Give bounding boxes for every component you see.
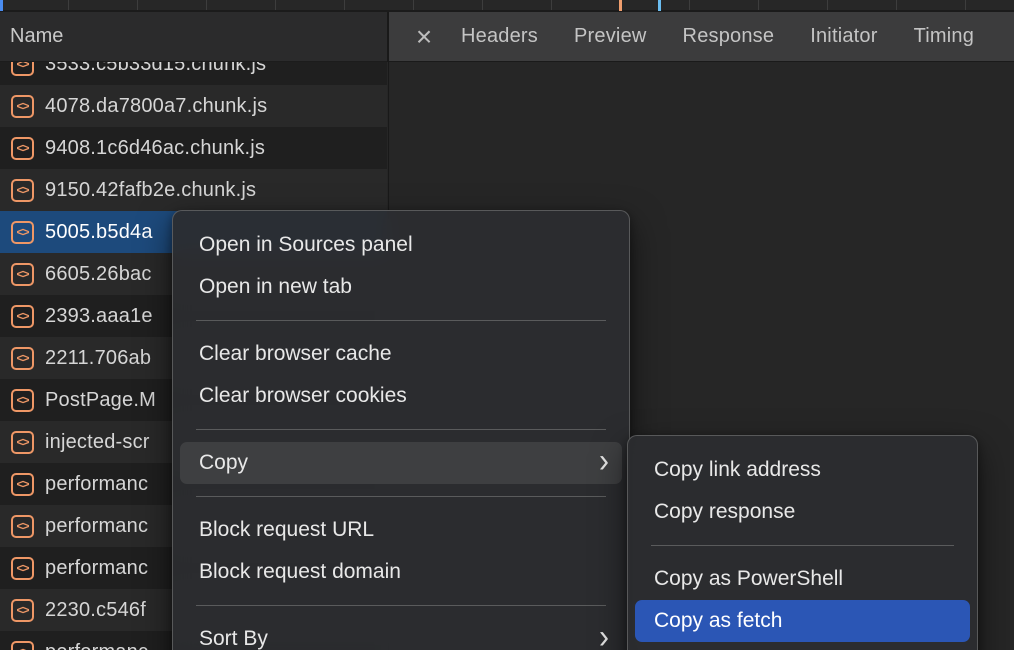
menu-item-copy-as-powershell[interactable]: Copy as PowerShell bbox=[628, 558, 977, 600]
menu-item-block-request-domain[interactable]: Block request domain bbox=[173, 551, 629, 593]
menu-item-label: Copy link address bbox=[654, 458, 821, 482]
menu-item-label: Open in Sources panel bbox=[199, 233, 413, 257]
menu-item-open-in-sources[interactable]: Open in Sources panel bbox=[173, 224, 629, 266]
script-icon: <> bbox=[11, 347, 34, 370]
script-icon: <> bbox=[11, 221, 34, 244]
script-icon: <> bbox=[11, 431, 34, 454]
script-icon: <> bbox=[11, 515, 34, 538]
request-name: injected-scr bbox=[45, 431, 150, 454]
script-icon: <> bbox=[11, 389, 34, 412]
request-name: 3533.c5b33d15.chunk.js bbox=[45, 62, 266, 76]
tab-preview[interactable]: Preview bbox=[556, 25, 665, 48]
menu-item-label: Sort By bbox=[199, 627, 268, 650]
menu-item-clear-browser-cache[interactable]: Clear browser cache bbox=[173, 333, 629, 375]
menu-item-label: Block request domain bbox=[199, 560, 401, 584]
script-icon: <> bbox=[11, 557, 34, 580]
name-column-label: Name bbox=[10, 25, 63, 48]
menu-item-label: Copy bbox=[199, 451, 248, 475]
menu-item-label: Copy as PowerShell bbox=[654, 567, 843, 591]
menu-item-copy-response[interactable]: Copy response bbox=[628, 491, 977, 533]
request-name: 6605.26bac bbox=[45, 263, 152, 286]
overview-tick-blue bbox=[658, 0, 661, 11]
script-icon: <> bbox=[11, 641, 34, 650]
menu-item-label: Clear browser cookies bbox=[199, 384, 407, 408]
overview-tick-orange bbox=[619, 0, 622, 11]
table-row[interactable]: <> 4078.da7800a7.chunk.js bbox=[0, 85, 387, 127]
request-name: 5005.b5d4a bbox=[45, 221, 153, 244]
detail-tab-bar: × Headers Preview Response Initiator Tim… bbox=[387, 12, 1014, 62]
menu-item-label: Open in new tab bbox=[199, 275, 352, 299]
request-name: performanc bbox=[45, 557, 148, 580]
menu-item-sort-by[interactable]: Sort By › bbox=[173, 618, 629, 650]
context-menu: Open in Sources panel Open in new tab Cl… bbox=[172, 210, 630, 650]
table-row[interactable]: <> 9150.42fafb2e.chunk.js bbox=[0, 169, 387, 211]
tab-response[interactable]: Response bbox=[665, 25, 793, 48]
request-name: 9150.42fafb2e.chunk.js bbox=[45, 179, 256, 202]
menu-item-copy-as-fetch[interactable]: Copy as fetch bbox=[635, 600, 970, 642]
menu-item-block-request-url[interactable]: Block request URL bbox=[173, 509, 629, 551]
menu-item-copy-link-address[interactable]: Copy link address bbox=[628, 449, 977, 491]
network-overview-strip[interactable] bbox=[0, 0, 1014, 12]
header-row: Name × Headers Preview Response Initiato… bbox=[0, 12, 1014, 62]
table-row[interactable]: <> 9408.1c6d46ac.chunk.js bbox=[0, 127, 387, 169]
tab-timing[interactable]: Timing bbox=[896, 25, 992, 48]
chevron-right-icon: › bbox=[599, 637, 609, 640]
script-icon: <> bbox=[11, 179, 34, 202]
menu-item-label: Clear browser cache bbox=[199, 342, 392, 366]
request-name: performanc bbox=[45, 473, 148, 496]
script-icon: <> bbox=[11, 473, 34, 496]
chevron-right-icon: › bbox=[599, 461, 609, 464]
menu-separator bbox=[196, 605, 606, 606]
request-name: 9408.1c6d46ac.chunk.js bbox=[45, 137, 265, 160]
request-name: 4078.da7800a7.chunk.js bbox=[45, 95, 267, 118]
menu-separator bbox=[651, 545, 954, 546]
menu-item-open-in-new-tab[interactable]: Open in new tab bbox=[173, 266, 629, 308]
request-name: performanc bbox=[45, 641, 148, 650]
menu-separator bbox=[196, 496, 606, 497]
request-name: 2393.aaa1e bbox=[45, 305, 153, 328]
menu-separator bbox=[196, 320, 606, 321]
tab-headers[interactable]: Headers bbox=[443, 25, 556, 48]
name-column-header[interactable]: Name bbox=[0, 12, 387, 62]
script-icon: <> bbox=[11, 137, 34, 160]
request-name: PostPage.M bbox=[45, 389, 156, 412]
script-icon: <> bbox=[11, 263, 34, 286]
menu-item-copy[interactable]: Copy › bbox=[180, 442, 622, 484]
script-icon: <> bbox=[11, 62, 34, 76]
script-icon: <> bbox=[11, 305, 34, 328]
menu-item-label: Block request URL bbox=[199, 518, 374, 542]
script-icon: <> bbox=[11, 95, 34, 118]
menu-item-label: Copy as fetch bbox=[654, 609, 782, 633]
request-name: 2230.c546f bbox=[45, 599, 146, 622]
menu-separator bbox=[196, 429, 606, 430]
table-row[interactable]: <> 3533.c5b33d15.chunk.js bbox=[0, 62, 387, 85]
script-icon: <> bbox=[11, 599, 34, 622]
request-name: performanc bbox=[45, 515, 148, 538]
request-name: 2211.706ab bbox=[45, 347, 151, 370]
menu-item-clear-browser-cookies[interactable]: Clear browser cookies bbox=[173, 375, 629, 417]
devtools-network-panel: Name × Headers Preview Response Initiato… bbox=[0, 0, 1014, 650]
overview-tick-blue-left bbox=[0, 0, 3, 11]
copy-submenu: Copy link address Copy response Copy as … bbox=[627, 435, 978, 650]
tab-initiator[interactable]: Initiator bbox=[792, 25, 895, 48]
close-icon[interactable]: × bbox=[405, 23, 443, 51]
menu-item-label: Copy response bbox=[654, 500, 795, 524]
